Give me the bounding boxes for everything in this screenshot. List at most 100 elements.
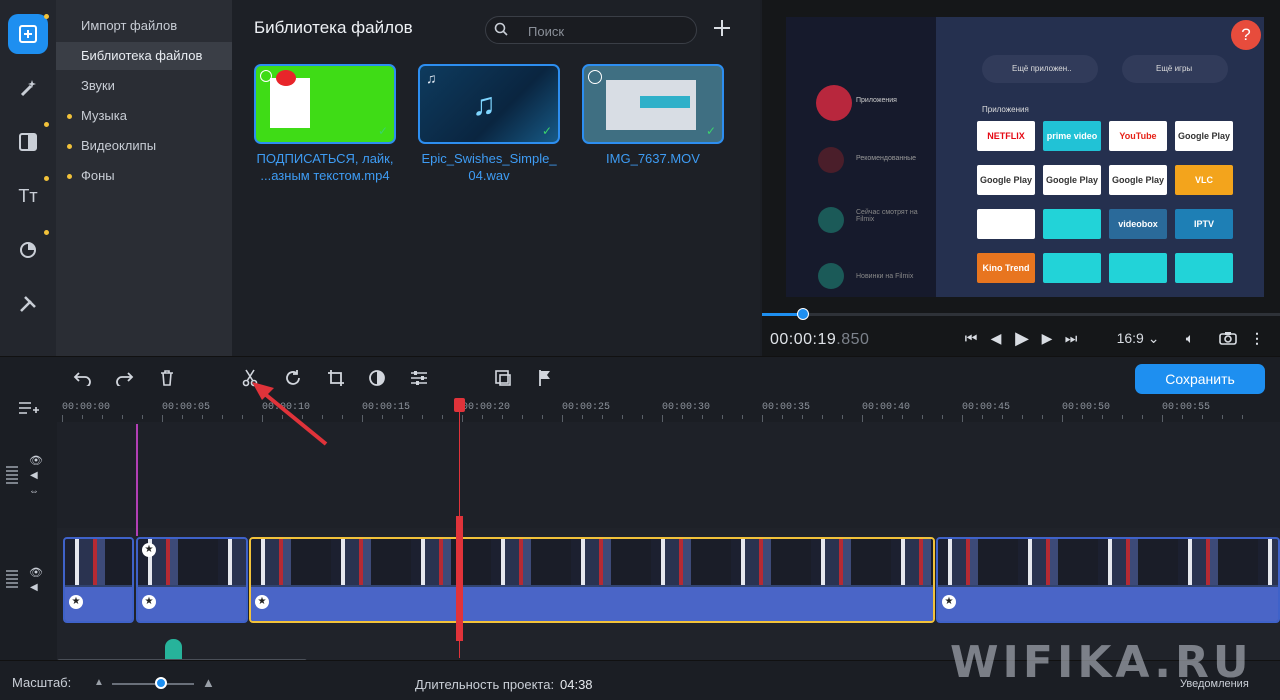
skip-to-start-icon[interactable]: ⏮ — [962, 328, 980, 348]
tv-app-tile — [1043, 253, 1101, 283]
redo-icon[interactable] — [112, 367, 136, 389]
scale-label: Масштаб: — [12, 675, 72, 690]
category-import[interactable]: Импорт файлов — [56, 12, 232, 40]
timeline-tick-mark — [642, 415, 643, 419]
help-button[interactable]: ? — [1231, 20, 1261, 50]
next-frame-icon[interactable]: ▶︎ — [1038, 328, 1056, 348]
category-sounds[interactable]: Звуки — [56, 72, 232, 100]
video-clip[interactable]: ★ — [936, 537, 1280, 623]
delete-icon[interactable] — [155, 367, 179, 389]
timeline-tick-mark — [362, 415, 363, 422]
duration-label: Длительность проекта: — [415, 677, 555, 692]
file-name: ПОДПИСАТЬСЯ, лайк, ...азным текстом.mp4 — [256, 151, 394, 183]
library-file-tile[interactable]: ✓ — [254, 64, 396, 144]
track-drag-handle[interactable] — [6, 570, 18, 588]
tv-button: Ещё игры — [1122, 55, 1228, 83]
skip-to-end-icon[interactable]: ⏭ — [1062, 328, 1080, 348]
timecode: 00:00:19.850 — [770, 331, 870, 348]
preview-progress-bar[interactable] — [762, 308, 1280, 320]
zoom-slider-handle[interactable] — [155, 677, 167, 689]
category-music[interactable]: Музыка — [56, 102, 232, 130]
timeline-tick-mark — [162, 415, 163, 422]
timeline-tick-label: 00:00:40 — [862, 402, 911, 413]
tools-icon[interactable] — [8, 284, 48, 324]
video-clip-selected[interactable]: ★ — [249, 537, 935, 623]
aspect-ratio-select[interactable]: 16:9 ⌄ — [1112, 328, 1164, 348]
volume-icon[interactable]: ◀︎ — [30, 470, 38, 481]
tv-app-tile — [1043, 209, 1101, 239]
search-input[interactable] — [526, 21, 690, 41]
progress-handle[interactable] — [797, 308, 810, 320]
track-drag-handle[interactable] — [6, 466, 18, 484]
file-library: Библиотека файлов ✓ ПОДПИСАТЬСЯ, лайк,..… — [232, 0, 760, 356]
stickers-icon[interactable] — [8, 230, 48, 270]
left-sidebar: Tт — [0, 0, 56, 356]
timeline-tick-mark — [1222, 415, 1223, 419]
timeline-tick-mark — [402, 415, 403, 419]
added-check-icon: ✓ — [541, 124, 552, 138]
prev-frame-icon[interactable]: ◀︎ — [987, 328, 1005, 348]
preview-video[interactable]: Приложения Рекомендованные Сейчас смотря… — [786, 17, 1264, 297]
timeline-tick-mark — [1202, 415, 1203, 419]
add-track-icon[interactable] — [18, 400, 40, 421]
timeline-tick-mark — [102, 415, 103, 419]
timeline-tick-mark — [842, 415, 843, 419]
tv-app-tile: IPTV — [1175, 209, 1233, 239]
timeline-tick-label: 00:00:20 — [462, 402, 511, 413]
zoom-out-icon[interactable]: ▲ — [94, 677, 104, 688]
timeline-tick-mark — [482, 415, 483, 419]
playhead-handle[interactable] — [454, 398, 465, 412]
timeline-tick-mark — [1122, 415, 1123, 419]
tv-app-tile — [1175, 253, 1233, 283]
undo-icon[interactable] — [71, 367, 95, 389]
volume-icon[interactable]: ◀︎ — [30, 582, 38, 593]
timeline-tick-label: 00:00:30 — [662, 402, 711, 413]
apps-icon — [816, 85, 852, 121]
link-icon[interactable]: ⇔ — [29, 486, 39, 497]
transitions-icon[interactable] — [8, 122, 48, 162]
video-clip[interactable]: ★ ★ — [136, 537, 248, 623]
timeline-tick-mark — [622, 415, 623, 419]
video-clip[interactable]: ★ — [63, 537, 134, 623]
search-box[interactable] — [485, 16, 697, 44]
snapshot-camera-icon[interactable] — [1218, 328, 1238, 348]
magic-wand-icon[interactable] — [8, 68, 48, 108]
zoom-slider[interactable] — [112, 683, 194, 685]
timeline-tick-mark — [982, 415, 983, 419]
library-file-tile[interactable]: ♫ ♫ ✓ — [418, 64, 560, 144]
timeline-tick-mark — [1062, 415, 1063, 422]
eye-icon[interactable]: 👁︎ — [29, 566, 43, 579]
volume-icon[interactable]: 🔈︎ — [1180, 328, 1200, 348]
save-button[interactable]: Сохранить — [1135, 364, 1265, 394]
filmix-icon — [818, 263, 844, 289]
timeline-tick-mark — [742, 415, 743, 419]
play-icon[interactable]: ▶ — [1012, 328, 1032, 348]
more-options-icon[interactable]: ⋮ — [1250, 328, 1264, 348]
eye-icon[interactable]: 👁︎ — [29, 454, 43, 467]
tv-app-tile: Google Play — [1175, 121, 1233, 151]
zoom-in-icon[interactable]: ▲ — [202, 675, 215, 690]
timeline-tick-label: 00:00:35 — [762, 402, 811, 413]
audio-marker[interactable] — [165, 639, 182, 661]
timeline-tick-mark — [62, 415, 63, 422]
category-panel: Импорт файлов Библиотека файлов Звуки Му… — [56, 0, 232, 356]
timeline-tick-mark — [862, 415, 863, 422]
record-voice-icon[interactable] — [491, 367, 515, 389]
import-icon[interactable] — [8, 14, 48, 54]
add-file-icon[interactable] — [712, 18, 732, 43]
marker-flag-icon[interactable] — [533, 367, 557, 389]
category-videoclips[interactable]: Видеоклипы — [56, 132, 232, 160]
tv-app-tile: Google Play — [1109, 165, 1167, 195]
library-file-tile[interactable]: ✓ — [582, 64, 724, 144]
tv-app-tile: Google Play — [977, 165, 1035, 195]
color-adjust-icon[interactable] — [365, 367, 389, 389]
titles-icon[interactable]: Tт — [8, 176, 48, 216]
tv-menu-item: Сейчас смотрят на Filmix — [856, 209, 918, 223]
timeline-tick-mark — [922, 415, 923, 419]
timeline-tick-mark — [502, 415, 503, 419]
category-backgrounds[interactable]: Фоны — [56, 162, 232, 190]
clip-properties-icon[interactable] — [407, 367, 431, 389]
timeline-tick-mark — [1002, 415, 1003, 419]
category-library[interactable]: Библиотека файлов — [56, 42, 232, 70]
timeline-tick-mark — [802, 415, 803, 419]
